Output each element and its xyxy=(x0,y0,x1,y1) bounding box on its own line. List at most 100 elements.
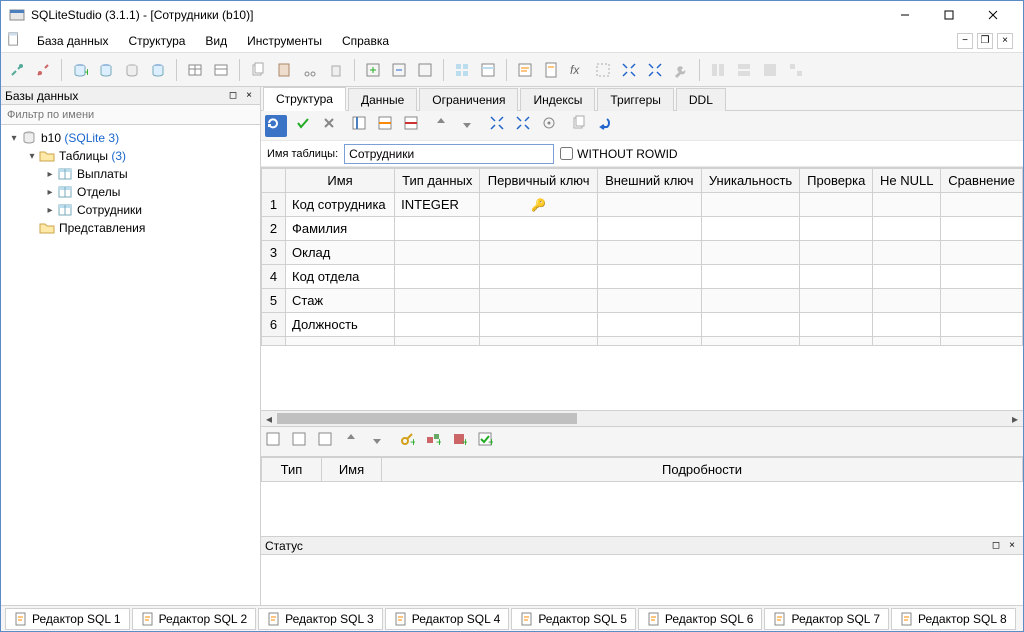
tab-Данные[interactable]: Данные xyxy=(348,88,417,111)
col-unique-cell[interactable] xyxy=(701,241,800,265)
scroll-thumb[interactable] xyxy=(277,413,577,424)
column-header[interactable]: Первичный ключ xyxy=(480,169,598,193)
col-name-cell[interactable]: Оклад xyxy=(286,241,395,265)
column-header[interactable]: Тип данных xyxy=(395,169,480,193)
constraint-down-button[interactable] xyxy=(369,431,391,453)
tab-Триггеры[interactable]: Триггеры xyxy=(597,88,674,111)
col-collate-cell[interactable] xyxy=(941,265,1023,289)
form-icon[interactable] xyxy=(476,58,500,82)
delete-icon[interactable] xyxy=(324,58,348,82)
col-check-cell[interactable] xyxy=(800,313,873,337)
db-edit-icon[interactable] xyxy=(94,58,118,82)
col-type-cell[interactable] xyxy=(395,241,480,265)
tables-folder[interactable]: ▾ Таблицы (3) xyxy=(3,147,258,165)
tree-filter-input[interactable] xyxy=(1,105,260,124)
disconnect-icon[interactable] xyxy=(31,58,55,82)
col-check-cell[interactable] xyxy=(800,193,873,217)
table-row[interactable]: 6Должность xyxy=(262,313,1023,337)
commit-button[interactable] xyxy=(295,115,317,137)
constraints-grid[interactable]: ТипИмяПодробности xyxy=(261,456,1023,536)
constraint-header[interactable]: Тип xyxy=(262,458,322,482)
menu-Структура[interactable]: Структура xyxy=(118,32,195,50)
sql-editor-tab[interactable]: Редактор SQL 2 xyxy=(132,608,257,630)
col-name-cell[interactable]: Код отдела xyxy=(286,265,395,289)
scroll-right-arrow[interactable]: ▸ xyxy=(1007,411,1023,426)
without-rowid-checkbox[interactable] xyxy=(560,147,573,160)
window-close-button[interactable] xyxy=(971,1,1015,29)
import-icon[interactable] xyxy=(387,58,411,82)
tab-DDL[interactable]: DDL xyxy=(676,88,726,111)
col-unique-cell[interactable] xyxy=(701,193,800,217)
col-pk-cell[interactable] xyxy=(480,313,598,337)
col-notnull-cell[interactable] xyxy=(873,265,941,289)
paste-icon[interactable] xyxy=(272,58,296,82)
col-type-cell[interactable] xyxy=(395,289,480,313)
undo-button[interactable] xyxy=(597,115,619,137)
status-close-button[interactable]: × xyxy=(1005,539,1019,553)
db-node[interactable]: ▾ b10 (SQLite 3) xyxy=(3,129,258,147)
column-header[interactable]: Уникальность xyxy=(701,169,800,193)
col-pk-cell[interactable] xyxy=(480,217,598,241)
col-type-cell[interactable] xyxy=(395,265,480,289)
col-name-cell[interactable]: Должность xyxy=(286,313,395,337)
horizontal-scrollbar[interactable]: ◂ ▸ xyxy=(261,410,1023,426)
convert-icon[interactable] xyxy=(413,58,437,82)
col-check-cell[interactable] xyxy=(800,265,873,289)
col-collate-cell[interactable] xyxy=(941,313,1023,337)
layout4-icon[interactable] xyxy=(784,58,808,82)
chevron-down-icon[interactable]: ▾ xyxy=(25,151,39,162)
window-minimize-button[interactable] xyxy=(883,1,927,29)
db-refresh-icon[interactable] xyxy=(146,58,170,82)
column-header[interactable]: Не NULL xyxy=(873,169,941,193)
move-up-button[interactable] xyxy=(433,115,455,137)
col-unique-cell[interactable] xyxy=(701,217,800,241)
menu-Справка[interactable]: Справка xyxy=(332,32,399,50)
column-header[interactable]: Сравнение xyxy=(941,169,1023,193)
table-edit-icon[interactable] xyxy=(209,58,233,82)
copy-ddl-button[interactable] xyxy=(571,115,593,137)
table-icon[interactable] xyxy=(183,58,207,82)
col-collate-cell[interactable] xyxy=(941,241,1023,265)
unique-constraint-button[interactable]: + xyxy=(451,431,473,453)
target-icon[interactable] xyxy=(541,115,563,137)
constraint-header[interactable]: Подробности xyxy=(382,458,1023,482)
mdi-restore-button[interactable]: ❐ xyxy=(977,33,993,49)
col-unique-cell[interactable] xyxy=(701,289,800,313)
col-pk-cell[interactable] xyxy=(480,241,598,265)
constraint-up-button[interactable] xyxy=(343,431,365,453)
col-notnull-cell[interactable] xyxy=(873,241,941,265)
template-icon[interactable] xyxy=(591,58,615,82)
col-collate-cell[interactable] xyxy=(941,217,1023,241)
sql-file-icon[interactable] xyxy=(539,58,563,82)
col-notnull-cell[interactable] xyxy=(873,289,941,313)
col-check-cell[interactable] xyxy=(800,241,873,265)
table-row[interactable]: 1Код сотрудникаINTEGER🔑 xyxy=(262,193,1023,217)
col-type-cell[interactable] xyxy=(395,313,480,337)
export-icon[interactable] xyxy=(361,58,385,82)
sql-editor-tab[interactable]: Редактор SQL 4 xyxy=(385,608,510,630)
tab-Ограничения[interactable]: Ограничения xyxy=(419,88,518,111)
refresh-structure-button[interactable] xyxy=(265,115,287,137)
fk-constraint-button[interactable]: + xyxy=(425,431,447,453)
scroll-left-arrow[interactable]: ◂ xyxy=(261,411,277,426)
pk-constraint-button[interactable]: + xyxy=(399,431,421,453)
databases-tree[interactable]: ▾ b10 (SQLite 3) ▾ Таблицы (3) ▸Выплаты▸… xyxy=(1,125,260,605)
tab-Структура[interactable]: Структура xyxy=(263,87,346,111)
views-folder[interactable]: Представления xyxy=(3,219,258,237)
copy-icon[interactable] xyxy=(246,58,270,82)
edit-column-button[interactable] xyxy=(377,115,399,137)
remove-constraint-button[interactable] xyxy=(317,431,339,453)
connect-icon[interactable] xyxy=(5,58,29,82)
menu-База данных[interactable]: База данных xyxy=(27,32,118,50)
col-check-cell[interactable] xyxy=(800,217,873,241)
window-maximize-button[interactable] xyxy=(927,1,971,29)
col-pk-cell[interactable]: 🔑 xyxy=(480,193,598,217)
sql-editor-tab[interactable]: Редактор SQL 8 xyxy=(891,608,1016,630)
table-node[interactable]: ▸Выплаты xyxy=(3,165,258,183)
move-down-button[interactable] xyxy=(459,115,481,137)
col-fk-cell[interactable] xyxy=(597,289,701,313)
col-notnull-cell[interactable] xyxy=(873,217,941,241)
collapse-blue-icon[interactable] xyxy=(515,115,537,137)
wrench-icon[interactable] xyxy=(669,58,693,82)
mdi-close-button[interactable]: × xyxy=(997,33,1013,49)
